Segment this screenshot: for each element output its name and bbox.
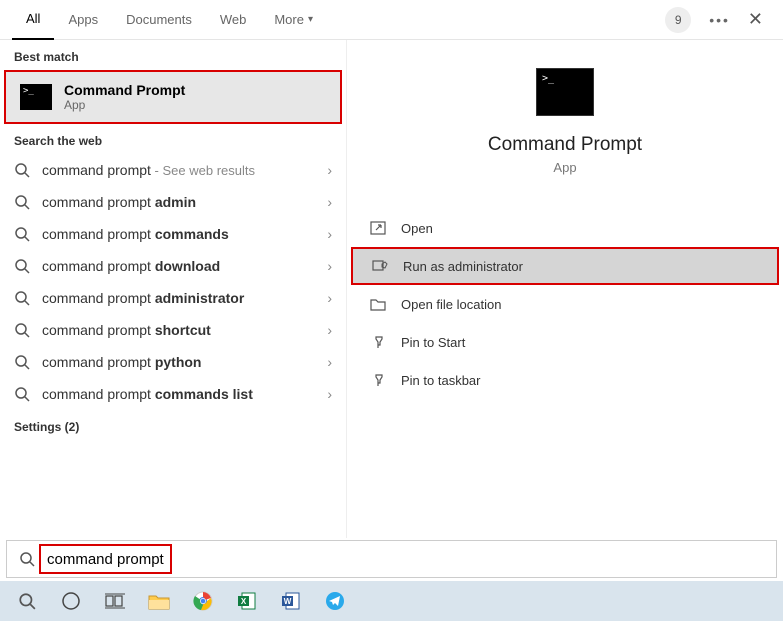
close-icon[interactable]: ✕ (748, 9, 763, 30)
search-web-header: Search the web (0, 124, 346, 154)
web-result-text: command prompt shortcut (42, 322, 319, 338)
open-icon (369, 219, 387, 237)
search-input[interactable]: command prompt (6, 540, 777, 578)
action-run-as-admin[interactable]: Run as administrator (351, 247, 779, 285)
preview-subtitle: App (553, 160, 576, 175)
search-icon (19, 551, 35, 567)
web-result-text: command prompt administrator (42, 290, 319, 306)
pin-taskbar-icon (369, 371, 387, 389)
web-result-text: command prompt commands list (42, 386, 319, 402)
action-pin-start[interactable]: Pin to Start (347, 323, 783, 361)
taskbar-excel-icon[interactable]: X (226, 583, 268, 619)
tab-all[interactable]: All (12, 0, 54, 40)
web-result-text: command prompt commands (42, 226, 319, 242)
web-result-0[interactable]: command prompt - See web results › (0, 154, 346, 186)
web-result-text: command prompt python (42, 354, 319, 370)
action-pin-taskbar-label: Pin to taskbar (401, 373, 481, 388)
taskbar-search-icon[interactable] (6, 583, 48, 619)
search-icon (14, 386, 30, 402)
settings-header[interactable]: Settings (2) (0, 410, 346, 440)
chevron-down-icon: ▾ (308, 14, 313, 25)
taskbar-file-explorer-icon[interactable] (138, 583, 180, 619)
results-panel: Best match Command Prompt App Search the… (0, 40, 346, 538)
search-icon (14, 194, 30, 210)
taskbar-word-icon[interactable]: W (270, 583, 312, 619)
web-result-text: command prompt download (42, 258, 319, 274)
web-result-text: command prompt admin (42, 194, 319, 210)
action-run-as-admin-label: Run as administrator (403, 259, 523, 274)
taskbar-cortana-icon[interactable] (50, 583, 92, 619)
preview-app-icon (536, 68, 594, 116)
chevron-right-icon: › (327, 386, 332, 402)
search-query-text: command prompt (47, 551, 164, 568)
tab-web[interactable]: Web (206, 0, 261, 40)
web-result-text: command prompt - See web results (42, 162, 319, 178)
command-prompt-icon (20, 84, 52, 110)
notification-badge[interactable]: 9 (665, 7, 691, 33)
web-result-3[interactable]: command prompt download › (0, 250, 346, 282)
search-tabs: All Apps Documents Web More▾ 9 ••• ✕ (0, 0, 783, 40)
search-icon (14, 322, 30, 338)
best-match-header: Best match (0, 40, 346, 70)
folder-icon (369, 295, 387, 313)
pin-icon (369, 333, 387, 351)
chevron-right-icon: › (327, 258, 332, 274)
chevron-right-icon: › (327, 194, 332, 210)
svg-text:W: W (284, 597, 292, 606)
action-pin-taskbar[interactable]: Pin to taskbar (347, 361, 783, 399)
preview-panel: Command Prompt App Open Run as administr… (346, 40, 783, 538)
web-result-1[interactable]: command prompt admin › (0, 186, 346, 218)
tab-more[interactable]: More▾ (260, 0, 327, 40)
best-match-title: Command Prompt (64, 82, 185, 98)
action-pin-start-label: Pin to Start (401, 335, 465, 350)
shield-icon (371, 257, 389, 275)
search-icon (14, 290, 30, 306)
action-open-location-label: Open file location (401, 297, 501, 312)
web-result-6[interactable]: command prompt python › (0, 346, 346, 378)
taskbar-telegram-icon[interactable] (314, 583, 356, 619)
action-open-label: Open (401, 221, 433, 236)
search-icon (14, 162, 30, 178)
web-result-2[interactable]: command prompt commands › (0, 218, 346, 250)
chevron-right-icon: › (327, 322, 332, 338)
web-result-7[interactable]: command prompt commands list › (0, 378, 346, 410)
more-options-icon[interactable]: ••• (709, 12, 730, 28)
chevron-right-icon: › (327, 162, 332, 178)
best-match-result[interactable]: Command Prompt App (4, 70, 342, 124)
web-result-5[interactable]: command prompt shortcut › (0, 314, 346, 346)
search-icon (14, 354, 30, 370)
tab-documents[interactable]: Documents (112, 0, 206, 40)
preview-title: Command Prompt (488, 134, 642, 156)
best-match-subtitle: App (64, 98, 185, 112)
taskbar-chrome-icon[interactable] (182, 583, 224, 619)
taskbar-taskview-icon[interactable] (94, 583, 136, 619)
action-open[interactable]: Open (347, 209, 783, 247)
web-result-4[interactable]: command prompt administrator › (0, 282, 346, 314)
search-icon (14, 258, 30, 274)
chevron-right-icon: › (327, 290, 332, 306)
svg-text:X: X (241, 597, 247, 606)
search-query-highlight: command prompt (39, 544, 172, 574)
action-open-location[interactable]: Open file location (347, 285, 783, 323)
search-icon (14, 226, 30, 242)
chevron-right-icon: › (327, 226, 332, 242)
tab-apps[interactable]: Apps (54, 0, 112, 40)
taskbar: X W (0, 581, 783, 621)
chevron-right-icon: › (327, 354, 332, 370)
